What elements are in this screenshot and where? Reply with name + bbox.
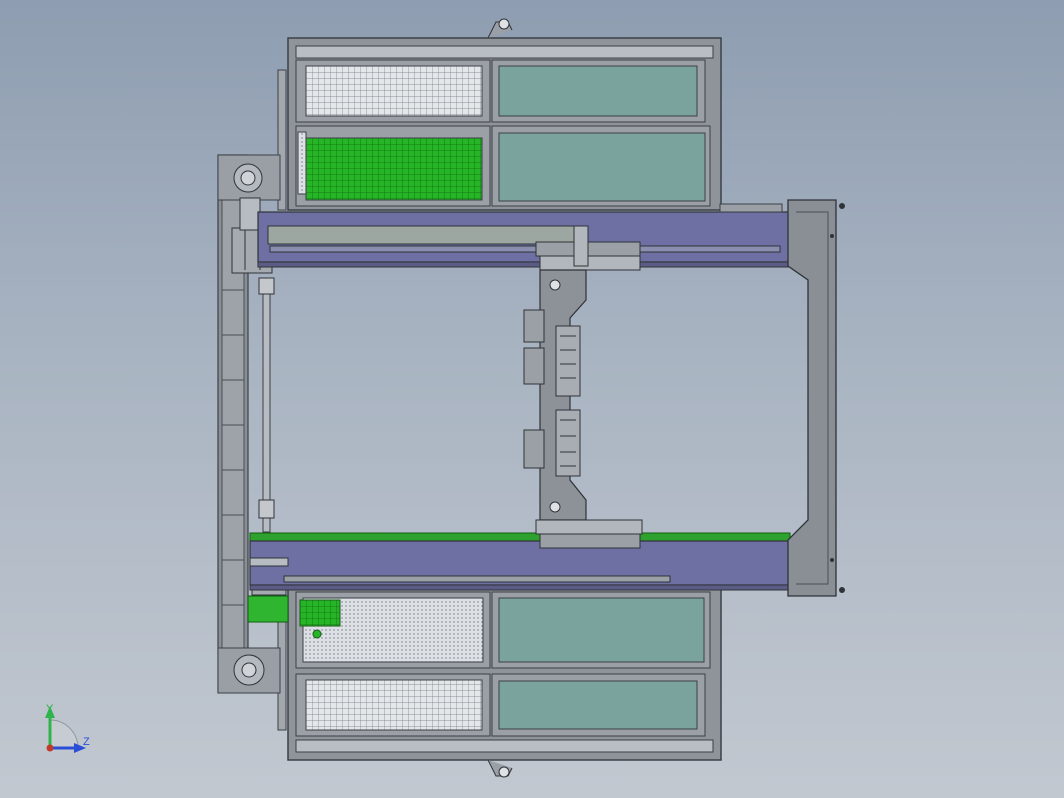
mesh-panel-bottom-left <box>305 679 483 731</box>
lower-rail <box>249 532 791 591</box>
glass-panel-bottom-mid <box>498 597 705 663</box>
y-axis-label: Y <box>46 703 54 715</box>
z-axis-label: Z <box>83 736 90 748</box>
axis-triad: Y Z <box>45 703 90 753</box>
glass-panel-top-right <box>498 65 698 117</box>
mesh-panel-top-left <box>305 65 483 117</box>
origin-dot <box>46 744 54 752</box>
cad-viewport[interactable]: Y Z <box>0 0 1064 798</box>
drive-shaft <box>262 279 271 533</box>
gantry-carriage <box>523 225 643 549</box>
right-c-frame <box>787 199 845 597</box>
upper-cabinet <box>277 18 722 211</box>
upper-rail <box>257 203 791 268</box>
glass-panel-bottom-right <box>498 680 698 730</box>
glass-panel-mid-right <box>498 132 706 202</box>
lower-cabinet <box>277 587 722 778</box>
green-tray-top <box>305 137 483 201</box>
green-belt <box>249 532 791 542</box>
